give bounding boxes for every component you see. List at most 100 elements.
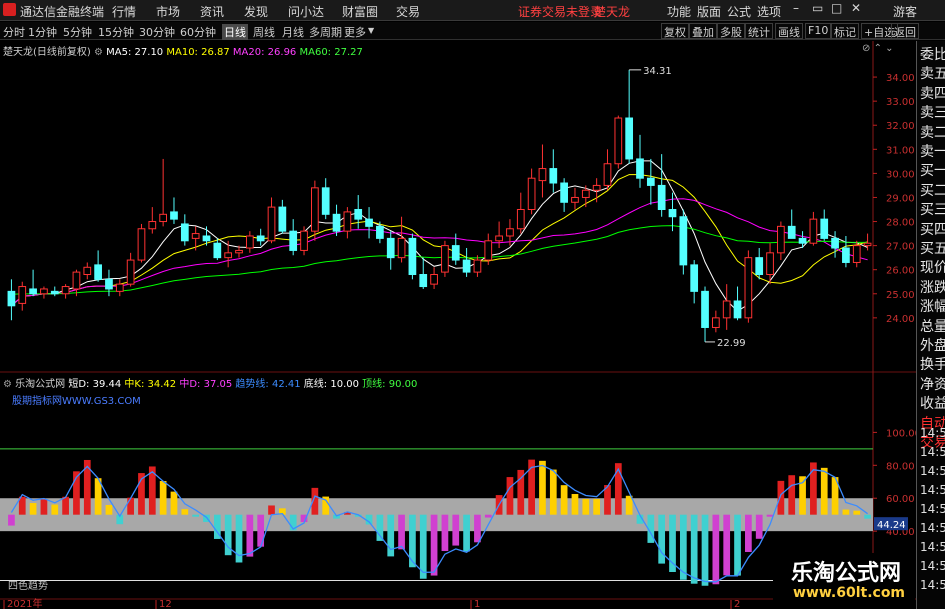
stats-button[interactable]: 统计 <box>745 23 773 39</box>
ma10-label: MA10: 26.87 <box>166 47 230 58</box>
menu-layout[interactable]: 版面 <box>697 3 721 20</box>
side-label: 现价 <box>920 260 945 277</box>
bottom-line-label: 底线: 10.00 <box>303 379 359 390</box>
candle-body <box>245 235 254 249</box>
period-30m[interactable]: 30分钟 <box>139 24 175 40</box>
gear-icon[interactable]: ⚙ <box>3 379 15 390</box>
trend-bar <box>127 497 134 515</box>
guest-label[interactable]: 游客 <box>893 3 917 20</box>
y-tick-label: 27.00 <box>886 242 915 253</box>
period-60m[interactable]: 60分钟 <box>180 24 216 40</box>
menu-item-market-center[interactable]: 市场 <box>156 3 180 20</box>
candle-body <box>441 245 449 273</box>
period-monthly[interactable]: 月线 <box>282 24 304 40</box>
trend-bar <box>441 514 449 552</box>
trend-bar <box>170 491 178 515</box>
candle-body <box>625 117 634 160</box>
candle-body <box>365 218 373 227</box>
trend-bar <box>755 514 763 539</box>
candle-body <box>386 237 395 259</box>
mid-k-label: 中K: 34.42 <box>124 379 177 390</box>
formula-name: 乐淘公式网 <box>15 379 66 390</box>
draw-button[interactable]: 画线 <box>775 23 803 39</box>
candle-body <box>603 163 612 186</box>
menu-item-news[interactable]: 资讯 <box>200 3 224 20</box>
menu-item-market[interactable]: 行情 <box>112 3 136 20</box>
menu-formula[interactable]: 公式 <box>727 3 751 20</box>
menu-item-wealth[interactable]: 财富圈 <box>342 3 378 20</box>
sub-y-tick-label: 60.00 <box>886 494 915 505</box>
candle-body <box>636 158 644 179</box>
f10-button[interactable]: F10 <box>805 23 832 39</box>
menu-options[interactable]: 选项 <box>757 3 781 20</box>
trend-bar <box>593 499 601 515</box>
candle-body <box>50 290 59 295</box>
minimize-icon[interactable]: – <box>793 1 799 15</box>
candle-body <box>354 209 363 220</box>
period-15m[interactable]: 15分钟 <box>98 24 134 40</box>
candle-body <box>820 218 829 239</box>
top-line-label: 顶线: 90.00 <box>362 379 418 390</box>
trend-bar <box>40 499 48 515</box>
multi-stock-button[interactable]: 多股 <box>717 23 745 39</box>
side-label: 买五 <box>920 241 945 257</box>
site-name: 乐淘公式网 <box>791 561 902 586</box>
sub-legend: ⚙ 乐淘公式网 短D: 39.44 中K: 34.42 中D: 37.05 趋势… <box>3 375 417 390</box>
trend-bar <box>62 496 69 515</box>
candle-body <box>29 288 37 295</box>
trend-bar <box>430 514 438 576</box>
close-icon[interactable]: ✕ <box>851 1 861 15</box>
menu-function[interactable]: 功能 <box>667 3 691 20</box>
menu-item-ask[interactable]: 问小达 <box>288 3 324 20</box>
kline-chart[interactable]: 34.00 33.00 32.00 31.00 30.00 29.00 28.00 27.00… <box>0 41 916 609</box>
ma60-label: MA60: 27.27 <box>299 47 363 58</box>
site-url: www.60lt.com <box>793 585 906 601</box>
y-tick-label: 29.00 <box>886 193 915 204</box>
period-daily[interactable]: 日线 <box>222 24 248 40</box>
candle-body <box>831 237 839 249</box>
candle-body <box>657 184 666 211</box>
trend-bar <box>560 485 568 515</box>
restore-icon[interactable]: ▭ <box>812 1 823 15</box>
candle-body <box>592 184 601 191</box>
mark-button[interactable]: 标记 <box>831 23 859 39</box>
period-tick[interactable]: 分时 <box>3 24 25 40</box>
more-arrow-icon[interactable]: ▼ <box>368 26 374 35</box>
period-multi[interactable]: 多周期 <box>309 24 342 40</box>
maximize-icon[interactable]: □ <box>831 1 842 15</box>
menu-item-discover[interactable]: 发现 <box>244 3 268 20</box>
candle-body <box>159 213 168 223</box>
adjust-button[interactable]: 复权 <box>661 23 689 39</box>
candle-body <box>473 259 482 273</box>
side-time: 14:56 <box>920 426 945 440</box>
y-tick-label: 34.00 <box>886 73 915 84</box>
back-button[interactable]: 返回 <box>891 23 919 39</box>
period-weekly[interactable]: 周线 <box>253 24 275 40</box>
trend-bar <box>8 514 15 526</box>
trend-bar <box>376 514 384 541</box>
period-1m[interactable]: 1分钟 <box>28 24 57 40</box>
ma20-label: MA20: 26.96 <box>232 47 297 58</box>
candle-body <box>581 189 590 198</box>
period-5m[interactable]: 5分钟 <box>63 24 92 40</box>
candle-body <box>538 168 547 182</box>
gear-icon[interactable]: ⚙ <box>94 47 106 58</box>
candle-body <box>289 230 298 251</box>
period-more[interactable]: 更多 <box>344 24 366 40</box>
candle-body <box>484 240 493 261</box>
trend-bar <box>268 505 275 515</box>
candle-body <box>506 228 514 237</box>
up-icon[interactable]: ⌃ <box>874 43 882 54</box>
side-label: 卖三 <box>920 105 945 122</box>
trend-bar <box>398 514 405 550</box>
clear-icon[interactable]: ⊘ <box>862 43 870 54</box>
menu-item-trade[interactable]: 交易 <box>396 3 420 20</box>
sub-y-tick-label: 80.00 <box>886 461 915 472</box>
side-time: 14:56 <box>920 483 945 497</box>
overlay-button[interactable]: 叠加 <box>689 23 717 39</box>
trend-bar <box>539 460 546 515</box>
candle-body <box>202 235 211 242</box>
trend-bar <box>484 514 492 518</box>
trend-label: 趋势线: 42.41 <box>235 379 301 390</box>
down-icon[interactable]: ⌄ <box>885 43 893 54</box>
